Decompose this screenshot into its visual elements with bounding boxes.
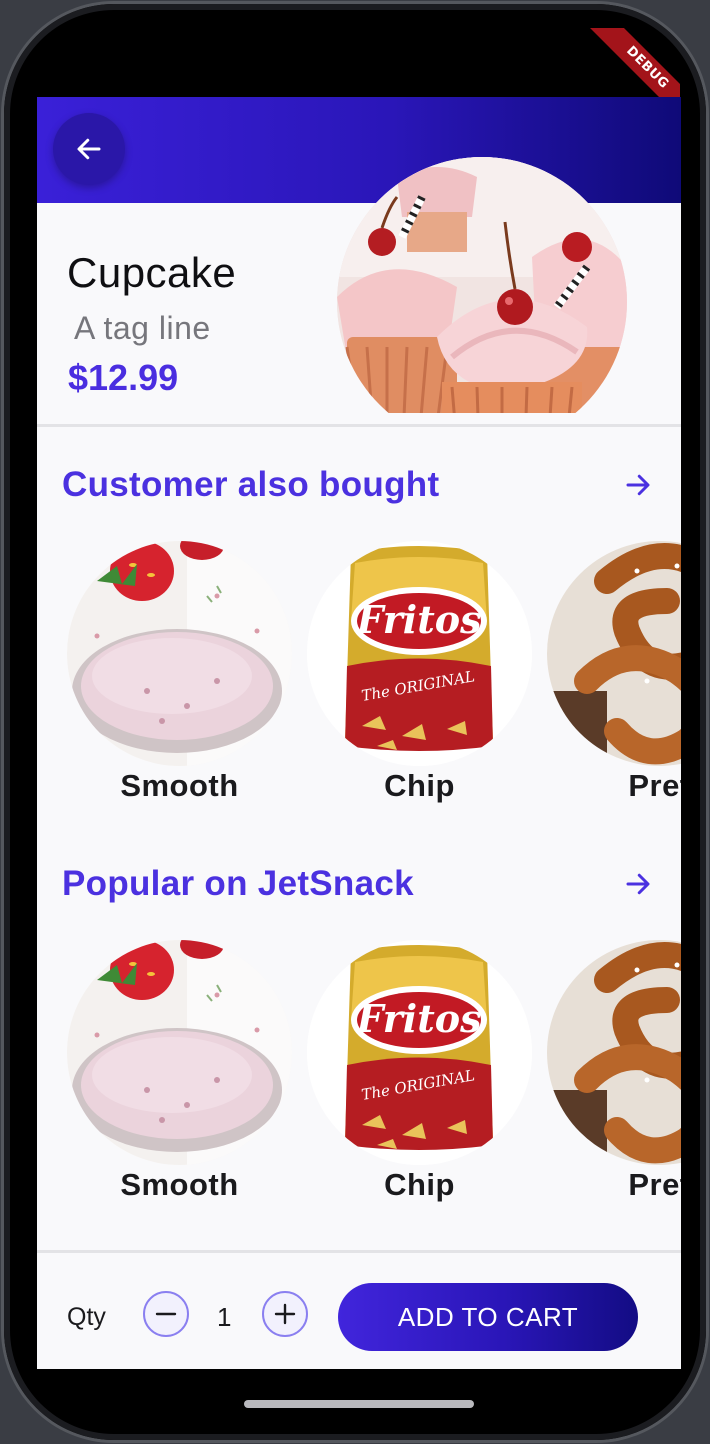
product-name: Cupcake <box>67 249 237 296</box>
snack-label: Smooth <box>120 768 239 803</box>
arrow-right-icon[interactable] <box>623 869 653 899</box>
snack-card-smooth[interactable]: Smooth <box>67 541 297 831</box>
collection-title-popular-on-jetsnack: Popular on JetSnack <box>62 864 414 903</box>
snack-card-smooth[interactable]: Smooth <box>67 940 297 1230</box>
snack-label: Chip <box>384 1167 455 1202</box>
snack-label: Smooth <box>120 1167 239 1202</box>
snack-label: Pret <box>628 768 681 803</box>
arrow-right-icon[interactable] <box>623 470 653 500</box>
snack-image <box>307 940 532 1165</box>
minus-circle-icon <box>155 1312 177 1316</box>
snack-card-chip[interactable]: Chip <box>307 940 537 1230</box>
cart-bar: Qty 1 ADD TO CART <box>37 1253 681 1369</box>
app-screen: Cupcake A tag line $12.99 Customer also … <box>37 97 681 1369</box>
arrow-left-icon <box>77 138 101 160</box>
home-indicator[interactable] <box>244 1400 474 1408</box>
plus-circle-icon <box>274 1303 296 1325</box>
product-tagline: A tag line <box>74 310 211 346</box>
qty-value: 1 <box>217 1302 232 1332</box>
snack-image <box>307 541 532 766</box>
header-bar <box>37 97 681 203</box>
decrease-qty-button[interactable] <box>143 1291 189 1337</box>
collection-title-customer-also-bought: Customer also bought <box>62 465 440 504</box>
snack-image <box>547 940 681 1165</box>
snack-label: Chip <box>384 768 455 803</box>
divider <box>37 424 681 427</box>
snack-image <box>67 940 292 1165</box>
snack-label: Pret <box>628 1167 681 1202</box>
snack-card-chip[interactable]: Chip <box>307 541 537 831</box>
snack-image <box>547 541 681 766</box>
snack-image <box>67 541 292 766</box>
add-to-cart-button[interactable]: ADD TO CART <box>338 1283 638 1351</box>
snack-card-pretzel[interactable]: Pret <box>547 541 681 831</box>
product-price: $12.99 <box>68 357 179 398</box>
increase-qty-button[interactable] <box>262 1291 308 1337</box>
product-image <box>337 157 627 413</box>
snack-card-pretzel[interactable]: Pret <box>547 940 681 1230</box>
qty-label: Qty <box>67 1303 106 1331</box>
back-button[interactable] <box>53 113 125 185</box>
